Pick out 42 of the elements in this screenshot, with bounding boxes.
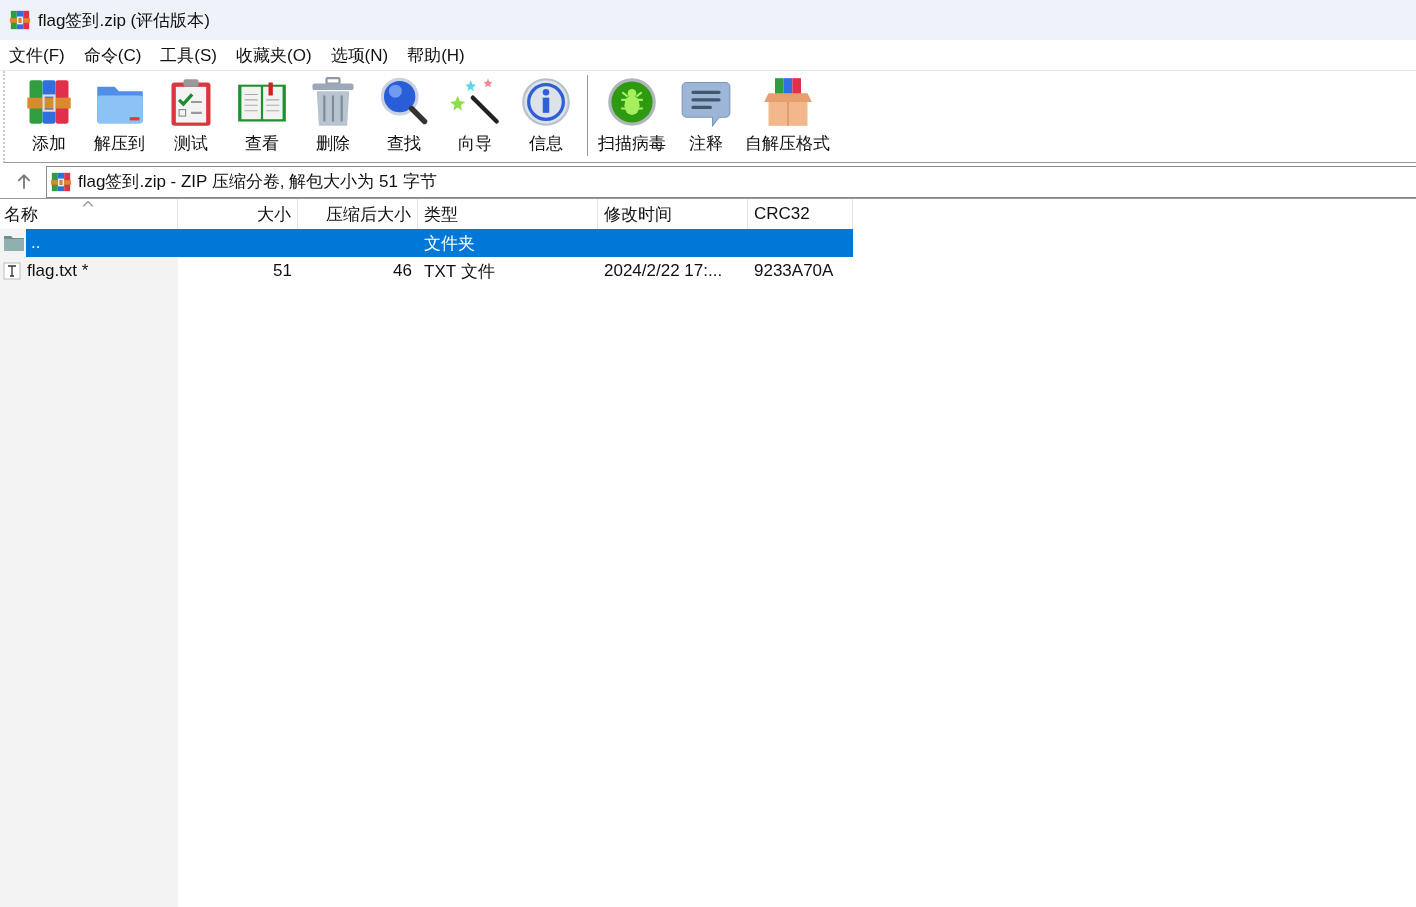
column-header[interactable]: 类型 bbox=[418, 199, 598, 229]
table-row[interactable]: flag.txt * 51 46 TXT 文件 2024/2/22 17:... 9233A70A bbox=[0, 257, 1416, 285]
table-cell: 2024/2/22 17:... bbox=[604, 261, 723, 281]
toolbar-button[interactable]: 查找 bbox=[368, 71, 439, 162]
toolbar-button[interactable]: 删除 bbox=[297, 71, 368, 162]
toolbar-button[interactable]: 解压到 bbox=[84, 71, 155, 162]
column-header[interactable]: CRC32 bbox=[748, 199, 853, 229]
folder-icon bbox=[3, 234, 25, 252]
table-cell: flag.txt * bbox=[27, 261, 89, 281]
menu-item[interactable]: 选项(N) bbox=[322, 43, 400, 67]
table-cell: .. bbox=[31, 233, 41, 253]
toolbar-button[interactable]: 自解压格式 bbox=[741, 71, 834, 162]
menu-item[interactable]: 命令(C) bbox=[75, 43, 153, 67]
table-cell: 9233A70A bbox=[754, 261, 834, 281]
toolbar-button[interactable]: 注释 bbox=[670, 71, 741, 162]
toolbar-button[interactable]: 向导 bbox=[439, 71, 510, 162]
column-header[interactable]: 修改时间 bbox=[598, 199, 748, 229]
toolbar-button[interactable]: 信息 bbox=[510, 71, 581, 162]
info-icon bbox=[519, 76, 572, 128]
table-cell: 46 bbox=[393, 261, 412, 281]
column-header[interactable]: 名称 bbox=[0, 199, 178, 229]
toolbar-button[interactable]: 测试 bbox=[155, 71, 226, 162]
menu-item[interactable]: 帮助(H) bbox=[399, 43, 476, 67]
column-header[interactable]: 压缩后大小 bbox=[298, 199, 418, 229]
table-cell-text: TXT 文件 bbox=[424, 260, 495, 283]
column-header[interactable]: 大小 bbox=[178, 199, 298, 229]
toolbar-button[interactable]: 扫描病毒 bbox=[594, 71, 670, 162]
text-file-icon bbox=[3, 262, 21, 280]
bug-icon bbox=[606, 76, 658, 128]
archive-books-icon bbox=[50, 170, 72, 193]
toolbar-button[interactable]: 查看 bbox=[226, 71, 297, 162]
toolbar-button[interactable]: 添加 bbox=[13, 71, 84, 162]
box-books-icon bbox=[761, 76, 814, 128]
table-cell-text: 文件夹 bbox=[424, 232, 475, 255]
menu-item[interactable]: 工具(S) bbox=[152, 43, 228, 67]
menu-item[interactable]: 收藏夹(O) bbox=[228, 43, 323, 67]
menu-item[interactable]: 文件(F) bbox=[1, 43, 76, 67]
table-cell: 51 bbox=[273, 261, 292, 281]
up-arrow-icon[interactable] bbox=[15, 172, 33, 191]
window-title: flag签到.zip (评估版本) bbox=[38, 9, 210, 32]
archive-books-icon bbox=[9, 9, 31, 31]
address-field[interactable]: flag签到.zip - ZIP 压缩分卷, 解包大小为 51 字节 bbox=[46, 165, 1416, 198]
